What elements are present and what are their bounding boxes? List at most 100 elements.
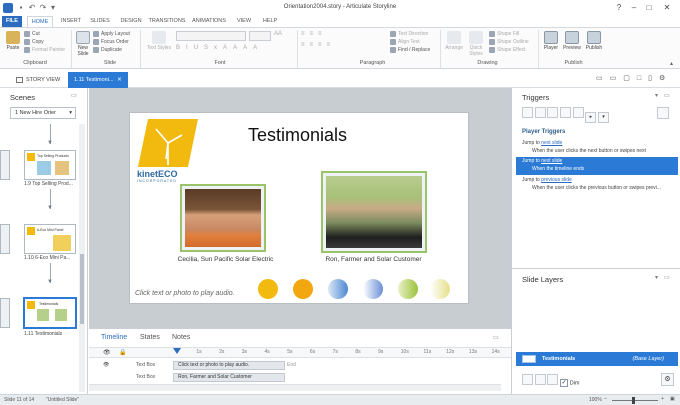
tab-view[interactable]: VIEW [232, 16, 256, 27]
underline-icon[interactable]: U [194, 45, 204, 51]
tab-slides[interactable]: SLIDES [86, 16, 114, 27]
fit-window-icon[interactable]: ▣ [670, 396, 675, 402]
copy-trigger-icon[interactable] [547, 107, 559, 118]
scenes-scrollbar[interactable] [79, 124, 85, 392]
slide-thumbnail[interactable]: 6-Eco Mini Panel [24, 224, 76, 254]
shape-outline-button[interactable]: Shape Outline [489, 38, 534, 46]
find-replace-button[interactable]: Find / Replace [390, 46, 445, 54]
collapse-icon[interactable]: ▾ [655, 92, 658, 99]
font-size-dropdown[interactable] [249, 31, 271, 41]
slide-tab[interactable]: 1.11 Testimoni... ✕ [68, 72, 128, 88]
eye-icon[interactable]: 👁 [103, 360, 109, 371]
feedback-master-icon[interactable]: ▢ [623, 75, 637, 82]
text-styles-button[interactable]: Text Styles [145, 31, 173, 51]
numbering-icon[interactable]: ≡ [310, 31, 319, 37]
copy-button[interactable]: Copy [24, 38, 69, 46]
strikethrough-icon[interactable]: S [204, 45, 214, 51]
layers-pin-icon[interactable]: ▭ [664, 274, 670, 281]
new-layer-icon[interactable] [522, 374, 533, 385]
close-button[interactable]: ✕ [660, 2, 674, 14]
font-color-icon[interactable]: A [253, 45, 263, 51]
lock-icon[interactable]: 🔒 [119, 349, 126, 356]
trigger-target-link[interactable]: next slide [541, 158, 562, 164]
case-icon[interactable]: A [233, 45, 243, 51]
zoom-out-icon[interactable]: – [604, 396, 607, 402]
font-name-dropdown[interactable] [176, 31, 246, 41]
timeline-ruler[interactable]: 1s 2s 3s 4s 5s 6s 7s 8s 9s 10s 11s 12s 13s 14s [185, 349, 503, 358]
tab-transitions[interactable]: TRANSITIONS [146, 16, 188, 27]
spacing-icon[interactable]: A [223, 45, 233, 51]
layer-settings-gear-icon[interactable]: ⚙ [661, 373, 674, 386]
slide-master-icon[interactable]: ▭ [610, 75, 624, 82]
dock-icon[interactable]: □ [637, 75, 648, 82]
align-text-button[interactable]: Align Text [390, 38, 445, 46]
apply-layout-button[interactable]: Apply Layout [93, 30, 138, 38]
timeline-row[interactable]: 👁 Text Box Click text or photo to play a… [89, 360, 499, 371]
preview-button[interactable]: Preview [561, 31, 583, 51]
italic-icon[interactable]: I [186, 45, 194, 51]
slide-thumbnail-selected[interactable]: Testimonials [23, 297, 77, 329]
align-right-icon[interactable]: ≡ [318, 42, 327, 48]
person-photo-2[interactable] [321, 171, 427, 253]
trigger-item[interactable]: Jump to previous slide When the user cli… [516, 176, 678, 194]
normal-view-icon[interactable]: ▭ [596, 75, 610, 82]
eye-icon[interactable]: 👁 [103, 349, 111, 356]
subscript-icon[interactable]: x [214, 45, 223, 51]
notes-tab[interactable]: Notes [172, 334, 190, 341]
maximize-button[interactable]: □ [642, 2, 656, 14]
bold-icon[interactable]: B [176, 45, 186, 51]
timeline-bar[interactable]: Click text or photo to play audio. [173, 361, 285, 370]
player-button[interactable]: Player [542, 31, 560, 51]
trigger-item[interactable]: Jump to next slide When the user clicks … [516, 139, 678, 157]
close-tab-icon[interactable]: ✕ [117, 77, 122, 83]
triggers-pin-icon[interactable]: ▭ [664, 92, 670, 99]
paste-trigger-icon[interactable] [560, 107, 572, 118]
timeline-bar[interactable]: Ron, Farmer and Solar Customer [173, 373, 285, 382]
collapse-ribbon-icon[interactable]: ▴ [670, 60, 673, 67]
phone-icon[interactable]: ▯ [648, 75, 659, 82]
shrink-font-icon[interactable]: A [278, 31, 282, 37]
format-painter-button[interactable]: Format Painter [24, 46, 69, 54]
new-slide-button[interactable]: New Slide [74, 31, 92, 57]
person-photo-1[interactable] [180, 184, 266, 252]
trigger-target-link[interactable]: previous slide [541, 177, 572, 183]
paste-button[interactable]: Paste [3, 31, 23, 51]
playhead[interactable] [173, 348, 181, 354]
cut-button[interactable]: Cut [24, 30, 69, 38]
delete-trigger-icon[interactable] [572, 107, 584, 118]
tab-design[interactable]: DESIGN [116, 16, 146, 27]
dim-checkbox[interactable]: ✓ [560, 379, 569, 388]
trigger-target-link[interactable]: next slide [541, 140, 562, 146]
slide-thumbnail-partial[interactable] [0, 298, 10, 328]
text-direction-button[interactable]: Text Direction [390, 30, 445, 38]
align-left-icon[interactable]: ≡ [301, 42, 310, 48]
tab-file[interactable]: FILE [2, 16, 22, 27]
indent-icon[interactable]: ≡ [318, 31, 327, 37]
move-up-icon[interactable]: ▸ [585, 112, 597, 123]
settings-gear-icon[interactable]: ⚙ [659, 75, 672, 82]
person-caption-1[interactable]: Cecilia, Sun Pacific Solar Electric [168, 256, 283, 263]
focus-order-button[interactable]: Focus Order [93, 38, 138, 46]
collapse-icon[interactable]: ▾ [655, 274, 658, 281]
align-center-icon[interactable]: ≡ [310, 42, 319, 48]
tab-home[interactable]: HOME [27, 16, 53, 27]
person-caption-2[interactable]: Ron, Farmer and Solar Customer [311, 256, 436, 263]
trigger-item-selected[interactable]: Jump to next slide When the timeline end… [516, 157, 678, 175]
publish-button[interactable]: Publish [584, 31, 604, 51]
states-tab[interactable]: States [140, 334, 160, 341]
shape-fill-button[interactable]: Shape Fill [489, 30, 534, 38]
zoom-slider-thumb[interactable] [632, 397, 635, 404]
zoom-slider[interactable] [612, 397, 658, 404]
duplicate-button[interactable]: Duplicate [93, 46, 138, 54]
scroll-thumb[interactable] [80, 254, 84, 324]
timeline-scrollbar[interactable] [89, 384, 501, 391]
highlight-icon[interactable]: A [243, 45, 253, 51]
slide-stage[interactable]: kinetECO INCORPORATED Testimonials Cecil… [129, 112, 469, 304]
duplicate-layer-icon[interactable] [534, 374, 546, 385]
help-button[interactable]: ? [612, 2, 626, 14]
slide-thumbnail-partial[interactable] [0, 150, 10, 180]
new-trigger-icon[interactable] [522, 107, 533, 118]
shape-effect-button[interactable]: Shape Effect [489, 46, 534, 54]
scenes-pin-icon[interactable]: ▭ [71, 92, 77, 99]
story-view-tab[interactable]: STORY VIEW [10, 72, 66, 88]
